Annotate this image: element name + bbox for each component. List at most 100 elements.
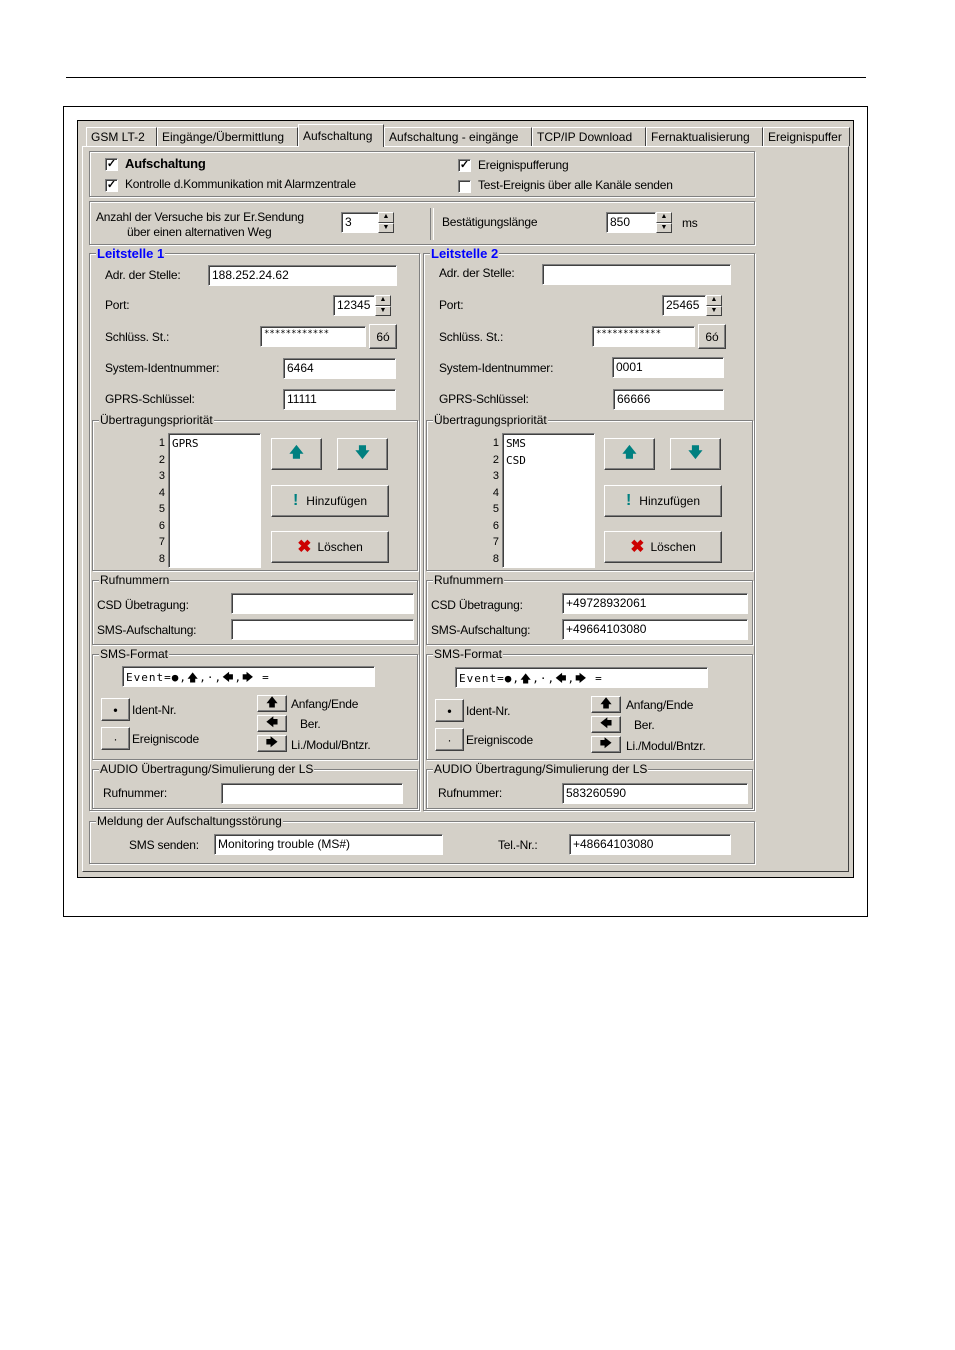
- delete-x-icon: ✖: [297, 537, 312, 556]
- list-item[interactable]: CSD: [506, 453, 591, 470]
- ls2-li-button[interactable]: 🡆: [591, 736, 621, 753]
- ls2-anfang-button[interactable]: 🡅: [591, 696, 621, 713]
- leitstelle-2-group: Leitstelle 2 Adr. der Stelle: Port: 2546…: [423, 246, 755, 811]
- versuche-input[interactable]: 3: [341, 212, 379, 233]
- ls1-show-key-button[interactable]: 6ó: [369, 324, 397, 349]
- tab-gsm-lt2[interactable]: GSM LT-2: [86, 127, 157, 146]
- leitstelle-2-title: Leitstelle 2: [430, 246, 500, 261]
- ls1-csd-input[interactable]: [231, 593, 414, 614]
- ls1-loeschen-button[interactable]: ✖ Löschen: [271, 531, 389, 563]
- list-item[interactable]: GPRS: [172, 436, 257, 453]
- list-item[interactable]: SMS: [506, 436, 591, 453]
- ls2-gprs-input[interactable]: 66666: [613, 389, 724, 410]
- ls2-move-down-button[interactable]: 🡇: [670, 438, 721, 470]
- ls2-sms-label: SMS-Aufschaltung:: [431, 623, 531, 637]
- ls1-hinzufuegen-button[interactable]: ! Hinzufügen: [271, 485, 389, 517]
- ls1-li-button[interactable]: 🡆: [257, 735, 287, 752]
- ls2-sms-input[interactable]: +49664103080: [562, 619, 748, 640]
- tab-eingaenge-uebermittlung[interactable]: Eingänge/Übermittlung: [157, 127, 298, 146]
- ls1-prio-title: Übertragungspriorität: [99, 413, 214, 427]
- bestaetigung-input[interactable]: 850: [606, 212, 656, 233]
- ereignispufferung-label: Ereignispufferung: [478, 158, 569, 172]
- ls2-li-label: Li./Modul/Bntzr.: [626, 739, 706, 753]
- kontrolle-label: Kontrolle d.Kommunikation mit Alarmzentr…: [125, 177, 356, 191]
- ls1-prio-list[interactable]: GPRS: [168, 433, 261, 568]
- ls1-ident-button[interactable]: •: [101, 698, 130, 721]
- ls1-move-up-button[interactable]: 🡅: [271, 438, 322, 470]
- ls2-adr-label: Adr. der Stelle:: [439, 266, 515, 280]
- ls2-system-input[interactable]: 0001: [612, 357, 724, 378]
- ls2-port-spinner[interactable]: ▲ ▼: [706, 295, 722, 316]
- aufschaltung-label: Aufschaltung: [125, 156, 206, 171]
- meldung-tel-input[interactable]: +48664103080: [569, 834, 731, 855]
- ls2-csd-input[interactable]: +49728932061: [562, 593, 748, 614]
- aufschaltung-checkbox[interactable]: ✓: [105, 158, 118, 171]
- leitstelle-1-group: Leitstelle 1 Adr. der Stelle: 188.252.24…: [89, 246, 420, 811]
- ls1-schluess-input[interactable]: ************: [260, 326, 366, 347]
- ls2-audio-title: AUDIO Übertragung/Simulierung der LS: [433, 762, 649, 776]
- ls1-sms-format-group: SMS-Format Event=●,🡅,·,🡄,🡆 = • Ident-Nr.…: [92, 647, 418, 760]
- ls1-port-spinner[interactable]: ▲ ▼: [375, 295, 391, 316]
- ls1-move-down-button[interactable]: 🡇: [337, 438, 388, 470]
- meldung-title: Meldung der Aufschaltungsstörung: [96, 814, 283, 828]
- ls2-move-up-button[interactable]: 🡅: [604, 438, 655, 470]
- leitstelle-1-title: Leitstelle 1: [96, 246, 166, 261]
- ls1-li-label: Li./Modul/Bntzr.: [291, 738, 371, 752]
- ls2-hinzufuegen-button[interactable]: ! Hinzufügen: [604, 485, 722, 517]
- ls1-ber-button[interactable]: 🡄: [257, 715, 287, 732]
- ls1-sms-format-input[interactable]: Event=●,🡅,·,🡄,🡆 =: [122, 666, 375, 687]
- tab-aufschaltung[interactable]: Aufschaltung: [298, 124, 384, 147]
- ls1-system-input[interactable]: 6464: [283, 358, 396, 379]
- versuche-separator: [430, 208, 434, 240]
- ls2-rufnummern-group: Rufnummern CSD Übetragung: +49728932061 …: [426, 573, 753, 645]
- ls2-adr-input[interactable]: [542, 264, 731, 285]
- meldung-sms-input[interactable]: Monitoring trouble (MS#): [214, 834, 443, 855]
- arrow-down-icon: 🡇: [688, 444, 703, 460]
- ls1-port-input[interactable]: 12345: [333, 295, 375, 316]
- tab-tcpip-download[interactable]: TCP/IP Download: [532, 127, 646, 146]
- versuche-spinner[interactable]: ▲ ▼: [378, 212, 394, 233]
- ls2-schluess-input[interactable]: ************: [592, 326, 695, 347]
- test-ereignis-checkbox[interactable]: [458, 180, 471, 193]
- ls2-rufnummer-label: Rufnummer:: [438, 786, 503, 800]
- ereignispufferung-checkbox[interactable]: ✓: [458, 159, 471, 172]
- ls2-loeschen-button[interactable]: ✖ Löschen: [604, 531, 722, 563]
- ls1-schluess-label: Schlüss. St.:: [105, 330, 170, 344]
- ls1-gprs-input[interactable]: 11111: [283, 389, 396, 410]
- ls2-system-label: System-Identnummer:: [439, 361, 554, 375]
- ls1-rufnummer-input[interactable]: [221, 783, 403, 804]
- ls2-prio-list[interactable]: SMS CSD: [502, 433, 595, 568]
- ls1-prio-numbers: 1234 5678: [158, 437, 165, 565]
- ls1-ereigniscode-label: Ereigniscode: [132, 732, 199, 746]
- test-ereignis-label: Test-Ereignis über alle Kanäle senden: [478, 178, 673, 192]
- eye-icon: 6ó: [705, 329, 719, 344]
- ls1-ereigniscode-button[interactable]: ·: [101, 727, 130, 750]
- tab-fernaktualisierung[interactable]: Fernaktualisierung: [646, 127, 763, 146]
- ls2-ident-button[interactable]: •: [435, 699, 464, 722]
- ls2-gprs-label: GPRS-Schlüssel:: [439, 392, 529, 406]
- ls2-prio-title: Übertragungspriorität: [433, 413, 548, 427]
- ls2-show-key-button[interactable]: 6ó: [698, 324, 726, 349]
- ls2-port-label: Port:: [439, 298, 464, 312]
- ls2-sms-format-input[interactable]: Event=●,🡅,·,🡄,🡆 =: [455, 667, 708, 688]
- ls1-anfang-button[interactable]: 🡅: [257, 695, 287, 712]
- eye-icon: 6ó: [376, 329, 390, 344]
- ls1-csd-label: CSD Übetragung:: [97, 598, 189, 612]
- ls1-gprs-label: GPRS-Schlüssel:: [105, 392, 195, 406]
- ls1-ident-label: Ident-Nr.: [132, 703, 177, 717]
- tab-ereignispuffer[interactable]: Ereignispuffer: [763, 127, 850, 146]
- ls1-rufnummern-title: Rufnummern: [99, 573, 171, 587]
- tab-aufschaltung-eingaenge[interactable]: Aufschaltung - eingänge: [384, 127, 532, 146]
- ls2-rufnummer-input[interactable]: 583260590: [562, 783, 748, 804]
- kontrolle-checkbox[interactable]: ✓: [105, 179, 118, 192]
- settings-window: GSM LT-2 Eingänge/Übermittlung Aufschalt…: [77, 120, 854, 878]
- ls2-port-input[interactable]: 25465: [662, 295, 706, 316]
- exclamation-icon: !: [625, 492, 632, 509]
- bestaetigung-spinner[interactable]: ▲ ▼: [656, 212, 672, 233]
- ls2-ber-button[interactable]: 🡄: [591, 716, 621, 733]
- ls1-audio-group: AUDIO Übertragung/Simulierung der LS Ruf…: [92, 762, 418, 809]
- ls1-sms-input[interactable]: [231, 619, 414, 640]
- ls2-ereigniscode-button[interactable]: ·: [435, 728, 464, 751]
- meldung-tel-label: Tel.-Nr.:: [498, 838, 538, 852]
- ls1-adr-input[interactable]: 188.252.24.62: [208, 265, 397, 286]
